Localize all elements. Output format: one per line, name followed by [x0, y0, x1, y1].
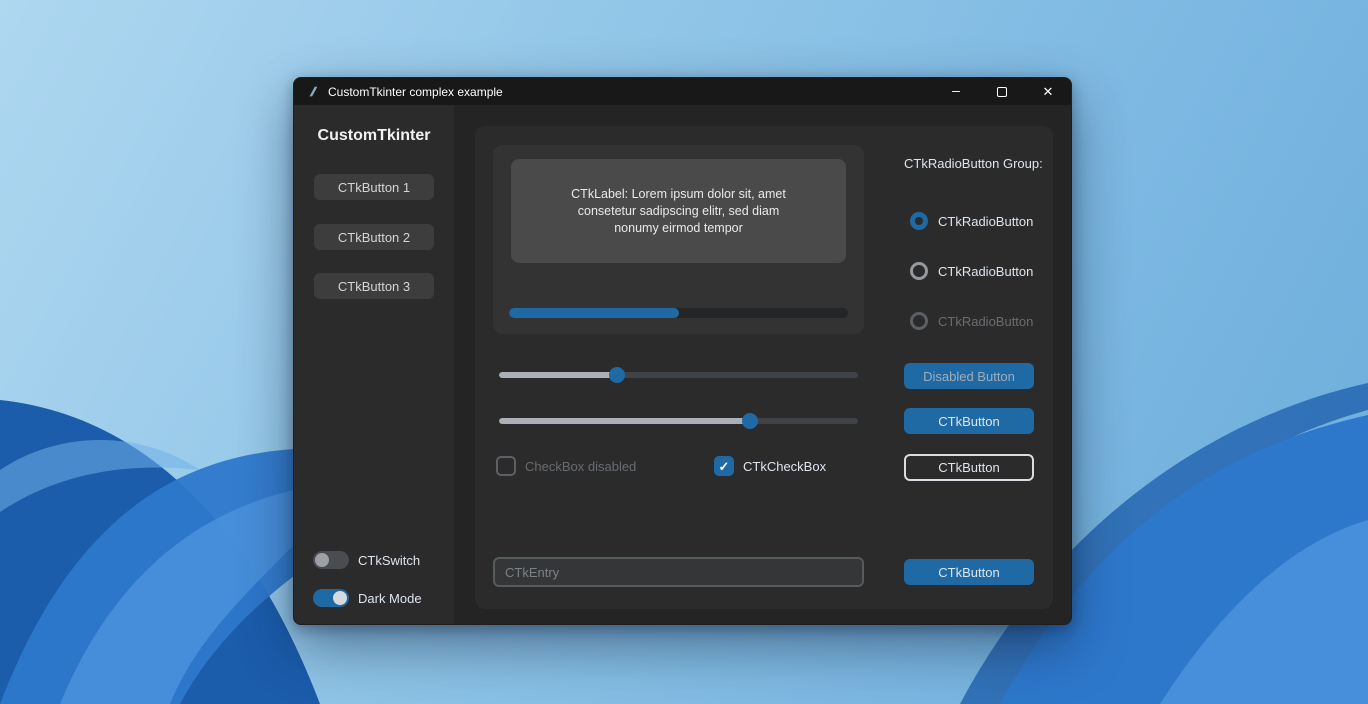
radio-icon[interactable]	[910, 312, 928, 330]
switch[interactable]	[313, 589, 349, 607]
sidebar-button-1[interactable]: CTkButton 1	[314, 174, 434, 200]
radio-label: CTkRadioButton	[938, 314, 1033, 329]
slider-knob[interactable]	[742, 413, 758, 429]
titlebar[interactable]: CustomTkinter complex example – ✕	[294, 78, 1071, 105]
checkbox-icon[interactable]: ✓	[496, 456, 516, 476]
sidebar-button-2[interactable]: CTkButton 2	[314, 224, 434, 250]
sidebar-button-3[interactable]: CTkButton 3	[314, 273, 434, 299]
switch[interactable]	[313, 551, 349, 569]
checkbox-row[interactable]: ✓ CheckBox disabled	[496, 456, 636, 476]
switch-knob-icon	[315, 553, 329, 567]
minimize-button[interactable]: –	[933, 78, 979, 105]
checkbox-row[interactable]: ✓ CTkCheckBox	[714, 456, 826, 476]
window-title: CustomTkinter complex example	[328, 85, 933, 99]
radio-group-title: CTkRadioButton Group:	[904, 156, 1034, 171]
disabled-button[interactable]: Disabled Button	[904, 363, 1034, 389]
window-content: CustomTkinter CTkButton 1 CTkButton 2 CT…	[294, 105, 1071, 625]
inner-frame: CTkLabel: Lorem ipsum dolor sit, amet co…	[493, 145, 864, 334]
app-window: CustomTkinter complex example – ✕ Custom…	[293, 77, 1072, 625]
radio-option[interactable]: CTkRadioButton	[910, 212, 1033, 230]
radio-option[interactable]: CTkRadioButton	[910, 312, 1033, 330]
entry-submit-button[interactable]: CTkButton	[904, 559, 1034, 585]
entry-input[interactable]	[493, 557, 864, 587]
close-button[interactable]: ✕	[1025, 78, 1071, 105]
main-area: CTkLabel: Lorem ipsum dolor sit, amet co…	[454, 105, 1071, 625]
slider[interactable]	[499, 367, 858, 383]
slider-fill	[499, 372, 617, 378]
sidebar: CustomTkinter CTkButton 1 CTkButton 2 CT…	[294, 105, 454, 625]
radio-label: CTkRadioButton	[938, 214, 1033, 229]
checkbox-icon[interactable]: ✓	[714, 456, 734, 476]
main-panel: CTkLabel: Lorem ipsum dolor sit, amet co…	[475, 126, 1053, 609]
progressbar-fill	[509, 308, 679, 318]
desktop: CustomTkinter complex example – ✕ Custom…	[0, 0, 1368, 704]
slider-track[interactable]	[499, 372, 858, 378]
check-icon: ✓	[719, 460, 730, 473]
checkbox-label: CheckBox disabled	[525, 459, 636, 474]
radio-icon[interactable]	[910, 262, 928, 280]
ctk-button-primary[interactable]: CTkButton	[904, 408, 1034, 434]
switch-row: Dark Mode	[313, 589, 422, 607]
sidebar-title: CustomTkinter	[294, 127, 454, 145]
slider-fill	[499, 418, 750, 424]
checkbox-label: CTkCheckBox	[743, 459, 826, 474]
progressbar	[509, 308, 848, 318]
switch-knob-icon	[333, 591, 347, 605]
ctk-button-outline[interactable]: CTkButton	[904, 454, 1034, 481]
radio-label: CTkRadioButton	[938, 264, 1033, 279]
close-icon: ✕	[1043, 84, 1054, 100]
app-icon	[306, 85, 320, 99]
switch-label: Dark Mode	[358, 591, 422, 606]
radio-option[interactable]: CTkRadioButton	[910, 262, 1033, 280]
slider-knob[interactable]	[609, 367, 625, 383]
radio-icon[interactable]	[910, 212, 928, 230]
maximize-button[interactable]	[979, 78, 1025, 105]
lorem-label: CTkLabel: Lorem ipsum dolor sit, amet co…	[511, 159, 846, 263]
switch-row: CTkSwitch	[313, 551, 420, 569]
slider-track[interactable]	[499, 418, 858, 424]
switch-label: CTkSwitch	[358, 553, 420, 568]
window-controls: – ✕	[933, 78, 1071, 105]
minimize-icon: –	[952, 83, 960, 97]
slider[interactable]	[499, 413, 858, 429]
maximize-icon	[997, 87, 1007, 97]
